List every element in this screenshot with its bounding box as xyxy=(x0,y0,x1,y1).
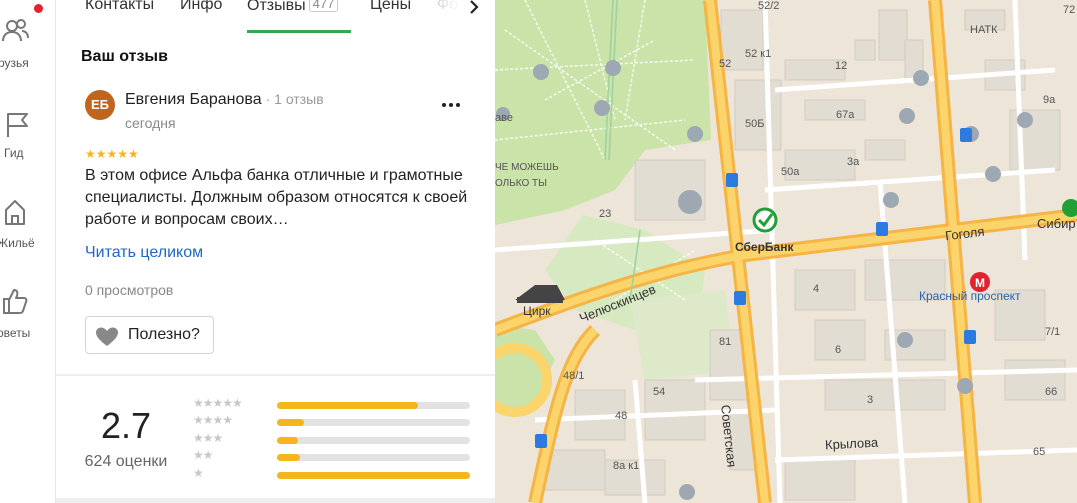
metro-label[interactable]: Красный проспект xyxy=(919,289,1021,303)
distribution-stars: ★ xyxy=(193,466,204,480)
sidebar-item-tips[interactable]: оветы xyxy=(0,286,55,342)
street-label-krylova: Крылова xyxy=(824,434,879,453)
map-label-building: 9а xyxy=(1043,94,1056,106)
panel-bottom-divider xyxy=(56,498,495,503)
map-label-place: аве xyxy=(495,112,513,124)
map-label-building: 48/1 xyxy=(563,370,585,382)
map-label-building: 52 к1 xyxy=(745,48,772,60)
author-review-count: · 1 отзыв xyxy=(265,91,324,107)
house-icon xyxy=(5,200,25,225)
distribution-stars: ★★★★ xyxy=(193,413,233,427)
tab-info[interactable]: Инфо xyxy=(180,0,222,14)
map-label-building: 65 xyxy=(1033,446,1046,458)
reviews-count-badge: 477 xyxy=(308,0,339,12)
notification-dot xyxy=(34,4,43,13)
map-label-building: 52/2 xyxy=(758,0,780,12)
divider xyxy=(56,374,495,376)
tabs-bar: Контакты Инфо Отзывы477 Цены Фо xyxy=(56,0,495,34)
map-label-building: 7/1 xyxy=(1045,326,1061,338)
map-label-place: ЧЕ МОЖЕШЬ xyxy=(495,162,559,173)
author-name[interactable]: Евгения Баранова xyxy=(125,91,262,108)
distribution-bar-fill xyxy=(277,419,305,426)
map-label-building: 23 xyxy=(599,208,612,220)
map-label-building: 3 xyxy=(867,394,874,406)
distribution-bar-fill xyxy=(277,402,418,409)
map-label-place: НАТК xyxy=(970,24,998,36)
distribution-bar-track xyxy=(277,437,470,444)
tab-prices[interactable]: Цены xyxy=(370,0,411,14)
review-stars: ★★★★★ xyxy=(85,147,139,161)
sidebar-item-label: рузья xyxy=(0,56,29,70)
tab-contacts[interactable]: Контакты xyxy=(85,0,154,14)
map-label-building: 66 xyxy=(1045,386,1058,398)
map-label-sberbank[interactable]: СберБанк xyxy=(735,240,793,254)
map-label-place: ОЛЬКО ТЫ xyxy=(495,178,548,189)
review-text: В этом офисе Альфа банка отличные и грам… xyxy=(85,167,468,228)
map-label-circus[interactable]: Цирк xyxy=(523,304,551,318)
avatar[interactable]: ЕБ xyxy=(85,90,115,120)
svg-text:М: М xyxy=(975,276,985,290)
distribution-bar-track xyxy=(277,402,470,409)
map-label-building: 6 xyxy=(835,344,842,356)
thumbs-up-icon xyxy=(3,289,28,314)
heart-icon xyxy=(96,327,118,346)
sidebar-item-guide[interactable]: Гид xyxy=(0,110,55,160)
review-date: сегодня xyxy=(125,115,176,131)
useful-button[interactable]: Полезно? xyxy=(85,316,214,354)
useful-label: Полезно? xyxy=(128,326,200,343)
sidebar-item-label: Гид xyxy=(4,146,24,160)
more-options-icon[interactable] xyxy=(438,95,464,115)
review-author[interactable]: Евгения Баранова · 1 отзыв xyxy=(125,91,324,109)
map-label-building: 67а xyxy=(836,109,855,121)
review-views: 0 просмотров xyxy=(85,282,174,298)
map-label-building: 48 xyxy=(615,410,628,422)
flag-icon xyxy=(7,113,28,137)
distribution-bar-track xyxy=(277,454,470,461)
sidebar-item-label: Жильё xyxy=(0,236,35,250)
place-card-panel: Контакты Инфо Отзывы477 Цены Фо Ваш отзы… xyxy=(56,0,495,503)
read-more-link[interactable]: Читать целиком xyxy=(85,244,203,262)
friends-icon xyxy=(2,19,29,42)
distribution-bar-fill xyxy=(277,472,470,479)
map-label-building: 3а xyxy=(847,156,860,168)
map-label-building: 4 xyxy=(813,283,820,295)
distribution-bar-fill xyxy=(277,437,299,444)
tab-reviews-label: Отзывы xyxy=(247,0,306,14)
distribution-stars: ★★★ xyxy=(193,431,223,445)
distribution-bar-track xyxy=(277,419,470,426)
tab-reviews[interactable]: Отзывы 477 xyxy=(247,0,339,15)
average-rating: 2.7 xyxy=(100,405,152,446)
map-label-building: 50а xyxy=(781,166,800,178)
left-sidebar: рузья Гид Жильё оветы xyxy=(0,0,56,503)
section-title: Ваш отзыв xyxy=(81,48,168,65)
map-label-sibir: Сибир xyxy=(1037,216,1076,231)
distribution-bar-track xyxy=(277,472,470,479)
sidebar-item-housing[interactable]: Жильё xyxy=(0,196,55,252)
map-label-building: 81 xyxy=(719,336,732,348)
active-tab-indicator xyxy=(247,30,351,33)
sidebar-item-label: оветы xyxy=(0,326,31,340)
map-label-building: 54 xyxy=(653,386,666,398)
sidebar-item-friends[interactable]: рузья xyxy=(0,4,55,72)
map[interactable]: М 52/2 52 к1 52 12 НАТК 9а 50Б 67а 50а 3… xyxy=(495,0,1077,503)
map-label-building: 50Б xyxy=(745,118,765,130)
map-label-building: 8а к1 xyxy=(613,460,640,472)
tabs-fade xyxy=(432,0,462,20)
map-label-building: 72 xyxy=(1063,4,1076,16)
map-label-building: 12 xyxy=(835,60,848,72)
distribution-bar-fill xyxy=(277,454,301,461)
ratings-count: 624 оценки xyxy=(84,453,168,470)
distribution-stars: ★★ xyxy=(193,448,213,462)
distribution-stars: ★★★★★ xyxy=(193,396,243,410)
chevron-right-icon[interactable] xyxy=(462,0,486,20)
map-label-building: 52 xyxy=(719,58,732,70)
